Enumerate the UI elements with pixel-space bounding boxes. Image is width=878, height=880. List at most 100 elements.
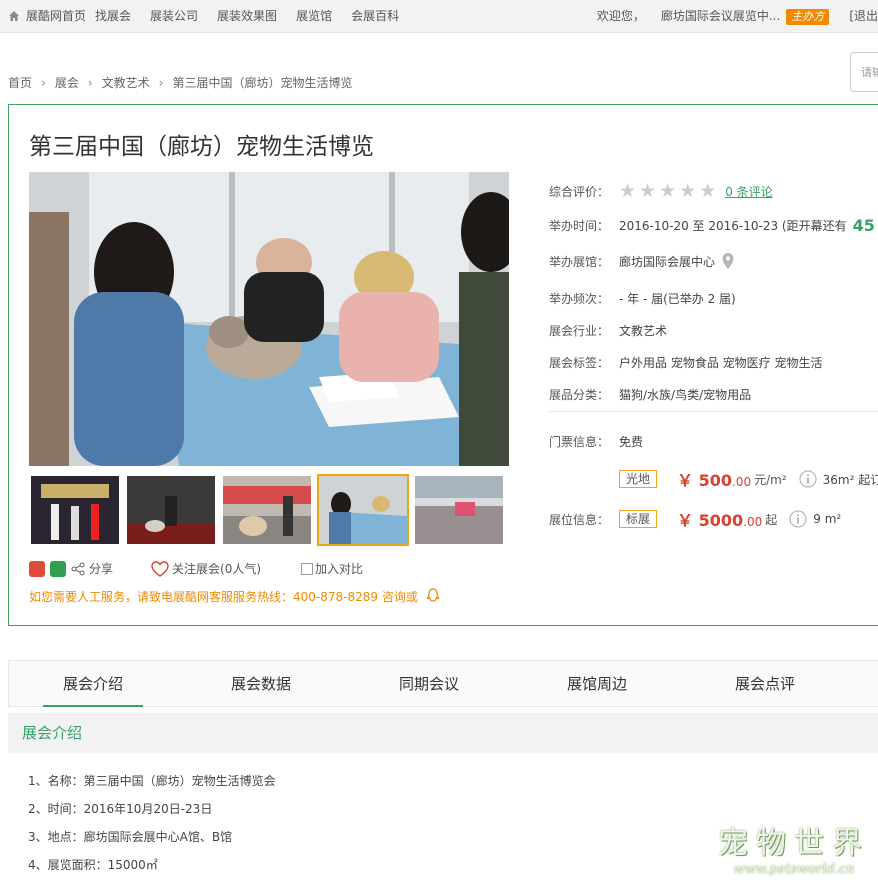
- compare-label[interactable]: 加入对比: [315, 560, 363, 577]
- weibo-icon[interactable]: [50, 560, 66, 577]
- industry-value[interactable]: 文教艺术: [619, 322, 667, 339]
- hotline-label: 如您需要人工服务，请致电展酷网客服服务热线：400-878-8289 咨询或: [29, 590, 418, 604]
- list-item: 1、名称：第三届中国（廊坊）宠物生活博览会: [28, 774, 276, 788]
- space-light-min: 36m² 起订: [822, 472, 878, 487]
- nav-home[interactable]: 展酷网首页: [26, 0, 86, 33]
- venue-label: 举办展馆：: [549, 254, 610, 269]
- time-label: 举办时间：: [549, 219, 610, 233]
- star-icon: ★: [679, 180, 697, 202]
- qq-icon[interactable]: [425, 588, 441, 604]
- watermark-cn: 宠物世界: [718, 826, 870, 861]
- thumbnail[interactable]: [413, 474, 505, 546]
- tab-conferences[interactable]: 同期会议: [345, 661, 513, 706]
- user-name-link[interactable]: 廊坊国际会议展览中...: [661, 0, 780, 33]
- star-icon: ★: [659, 180, 677, 202]
- space-light-price: ￥ 500.00: [677, 467, 751, 491]
- rating-label: 综合评价：: [549, 184, 610, 199]
- space-std-tag: 标展: [619, 510, 658, 528]
- frequency-label: 举办频次：: [549, 292, 610, 306]
- wechat-icon[interactable]: [29, 560, 45, 577]
- hotline-text: 如您需要人工服务，请致电展酷网客服服务热线：400-878-8289 咨询或: [29, 588, 441, 605]
- list-item: 4、展览面积：15000㎡: [28, 858, 158, 872]
- tags-label: 展会标签：: [549, 356, 610, 370]
- top-nav: 展酷网首页 找展会 展装公司 展装效果图 展览馆 会展百科: [26, 0, 418, 33]
- breadcrumb-category[interactable]: 文教艺术: [102, 74, 150, 91]
- watermark-url: www.petsworld.cn: [733, 862, 855, 877]
- booth-label: 展位信息：: [549, 512, 610, 527]
- ticket-value: 免费: [619, 435, 644, 449]
- chevron-right-icon: ›: [158, 75, 164, 90]
- follow-expo-button[interactable]: 关注展会(0人气): [172, 560, 261, 577]
- star-icon: ★: [639, 180, 657, 202]
- nav-booth-renderings[interactable]: 展装效果图: [217, 0, 277, 33]
- venue-value[interactable]: 廊坊国际会展中心: [619, 253, 715, 270]
- thumbnail-selected[interactable]: [317, 474, 409, 546]
- days-left: 45: [852, 216, 875, 235]
- thumbnail-strip: [29, 474, 509, 546]
- section-title: 展会介绍: [22, 724, 83, 742]
- tab-intro[interactable]: 展会介绍: [9, 661, 177, 707]
- share-label[interactable]: 分享: [89, 560, 113, 577]
- page-title: 第三届中国（廊坊）宠物生活博览: [29, 134, 374, 160]
- info-circle-icon[interactable]: [789, 510, 807, 528]
- nav-venues[interactable]: 展览馆: [296, 0, 332, 33]
- space-std-min: 9 m²: [813, 512, 842, 526]
- star-icon: ★: [619, 180, 637, 202]
- industry-label: 展会行业：: [549, 324, 610, 338]
- chevron-right-icon: ›: [87, 75, 93, 90]
- share-bar: 分享 关注展会(0人气) 加入对比: [29, 560, 363, 577]
- heart-icon[interactable]: [151, 560, 169, 577]
- info-circle-icon[interactable]: [799, 470, 817, 488]
- space-std-unit: 起: [765, 512, 778, 527]
- logout-link[interactable]: [退出: [849, 0, 878, 33]
- price-decimals: .00: [743, 515, 763, 529]
- compare-checkbox[interactable]: [301, 562, 314, 575]
- thumbnail[interactable]: [221, 474, 313, 546]
- frequency-value: - 年 - 届(已举办 2 届): [619, 292, 736, 306]
- reviews-link[interactable]: 0 条评论: [725, 183, 772, 200]
- category-value[interactable]: 猫狗/水族/鸟类/宠物用品: [619, 386, 751, 403]
- tab-surroundings[interactable]: 展馆周边: [513, 661, 681, 706]
- currency: ￥: [677, 471, 694, 490]
- price-value: 5000: [698, 511, 744, 530]
- thumbnail[interactable]: [125, 474, 217, 546]
- ticket-label: 门票信息：: [549, 435, 610, 449]
- welcome-text: 欢迎您，: [596, 9, 645, 23]
- tab-reviews[interactable]: 展会点评: [681, 661, 849, 706]
- breadcrumb-expo[interactable]: 展会: [55, 74, 79, 91]
- thumbnail[interactable]: [29, 474, 121, 546]
- breadcrumb-home[interactable]: 首页: [8, 74, 32, 91]
- space-std-price: ￥ 5000.00: [677, 507, 762, 531]
- tags-value[interactable]: 户外用品 宠物食品 宠物医疗 宠物生活: [619, 354, 822, 371]
- space-light-tag: 光地: [619, 470, 658, 488]
- expo-card: 第三届中国（廊坊）宠物生活博览 分享 关注展会(0人气) 加入对比 如您需要人工…: [8, 104, 878, 626]
- nav-booth-company[interactable]: 展装公司: [150, 0, 198, 33]
- rating-stars: ★ ★ ★ ★ ★: [619, 180, 719, 202]
- chevron-right-icon: ›: [41, 75, 46, 90]
- price-decimals: .00: [732, 475, 752, 489]
- map-pin-icon[interactable]: [721, 252, 735, 270]
- organizer-badge: 主办方: [786, 8, 830, 25]
- main-photo: [29, 172, 509, 466]
- currency: ￥: [677, 511, 694, 530]
- nav-wiki[interactable]: 会展百科: [351, 0, 399, 33]
- category-label: 展品分类：: [549, 388, 610, 402]
- nav-find-expo[interactable]: 找展会: [95, 0, 131, 33]
- breadcrumb: 首页 › 展会 › 文教艺术 › 第三届中国（廊坊）宠物生活博览: [8, 74, 353, 91]
- home-icon: [9, 11, 19, 21]
- price-value: 500: [698, 471, 733, 490]
- watermark: 宠物世界 www.petsworld.cn: [718, 818, 870, 877]
- search-input[interactable]: 请输: [850, 52, 878, 92]
- top-bar: 展酷网首页 找展会 展装公司 展装效果图 展览馆 会展百科 欢迎您， 廊坊国际会…: [0, 0, 878, 33]
- space-light-unit: 元/m²: [754, 472, 787, 487]
- share-icon[interactable]: [71, 562, 85, 576]
- time-value: 2016-10-20 至 2016-10-23 (距开幕还有: [619, 219, 847, 233]
- tab-data[interactable]: 展会数据: [177, 661, 345, 706]
- tab-bar: 展会介绍 展会数据 同期会议 展馆周边 展会点评: [8, 660, 878, 707]
- list-item: 3、地点：廊坊国际会展中心A馆、B馆: [28, 830, 233, 844]
- divider: [549, 411, 878, 412]
- intro-list: 1、名称：第三届中国（廊坊）宠物生活博览会 2、时间：2016年10月20日-2…: [28, 772, 276, 880]
- breadcrumb-current: 第三届中国（廊坊）宠物生活博览: [172, 76, 353, 90]
- photo-scene: [29, 172, 509, 466]
- star-icon: ★: [699, 180, 717, 202]
